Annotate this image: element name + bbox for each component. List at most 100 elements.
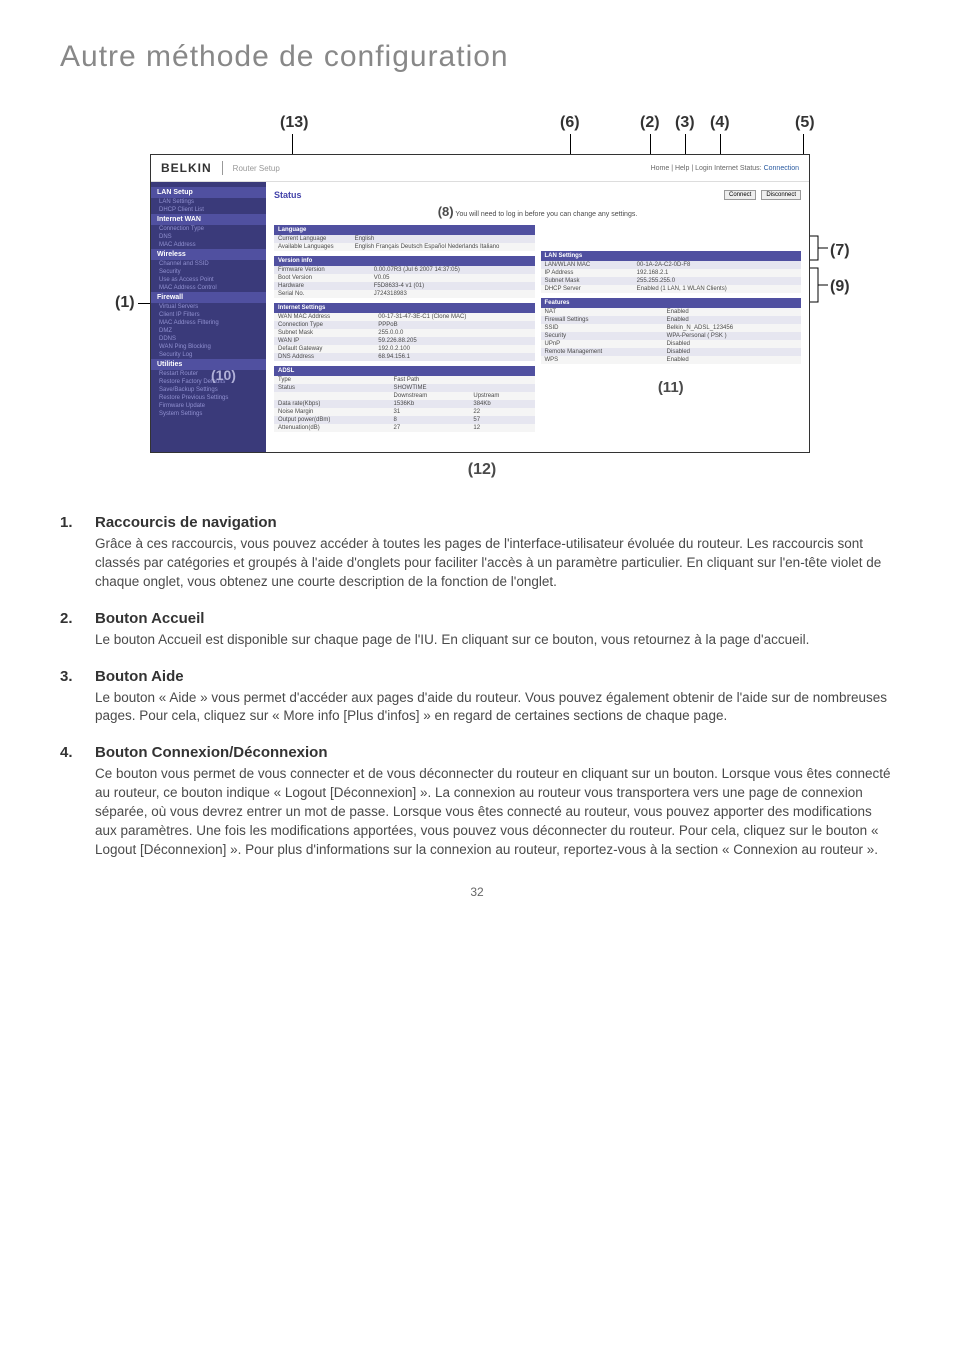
cell: Downstream	[390, 392, 470, 400]
sidebar-item[interactable]: Security	[151, 268, 266, 276]
sidebar-item[interactable]: WAN Ping Blocking	[151, 343, 266, 351]
cell: 384Kb	[469, 400, 534, 408]
cell: NAT	[541, 308, 663, 316]
callout-8: (8)	[438, 204, 454, 219]
sidebar-item[interactable]: MAC Address Control	[151, 284, 266, 292]
main-content: Status Connect Disconnect (8) You will n…	[266, 182, 809, 452]
bracket-icon	[810, 266, 830, 304]
cell: Fast Path	[390, 376, 535, 384]
section-1: 1. Raccourcis de navigation Grâce à ces …	[60, 514, 894, 592]
callout-4: (4)	[710, 114, 730, 132]
section-num: 3.	[60, 668, 95, 727]
info-col-left: Language Current LanguageEnglish Availab…	[274, 225, 535, 437]
table-header: ADSL	[274, 366, 535, 376]
section-title: Bouton Aide	[95, 668, 894, 685]
sidebar-item[interactable]: DNS	[151, 233, 266, 241]
sidebar-item[interactable]: DHCP Client List	[151, 206, 266, 214]
table-header: Internet Settings	[274, 303, 535, 313]
cell: Hardware	[274, 282, 370, 290]
cell: Firmware Version	[274, 266, 370, 274]
cell: 0.00.07R3 (Jul 6 2007 14:37:05)	[370, 266, 535, 274]
sidebar-header-firewall[interactable]: Firewall	[151, 292, 266, 303]
cell: 57	[469, 416, 534, 424]
sidebar-item[interactable]: Connection Type	[151, 225, 266, 233]
cell: Current Language	[274, 235, 351, 243]
table-header: Language	[274, 225, 535, 235]
cell: F5D8633-4 v1 (01)	[370, 282, 535, 290]
cell: Enabled	[663, 356, 801, 364]
cell: Enabled	[663, 316, 801, 324]
cell: SSID	[541, 324, 663, 332]
cell: Noise Margin	[274, 408, 390, 416]
cell: 8	[390, 416, 470, 424]
callout-7: (7)	[830, 242, 850, 260]
callout-6: (6)	[560, 114, 580, 132]
header-links[interactable]: Home | Help | Login Internet Status: Con…	[651, 165, 799, 172]
cell: WPA-Personal ( PSK )	[663, 332, 801, 340]
callout-line	[138, 303, 150, 304]
sidebar-header-lan[interactable]: LAN Setup	[151, 187, 266, 198]
sidebar-item[interactable]: Channel and SSID	[151, 260, 266, 268]
section-num: 4.	[60, 744, 95, 859]
sidebar-header-utilities[interactable]: Utilities	[151, 359, 266, 370]
sidebar-item[interactable]: Restart Router	[151, 370, 266, 378]
cell: Boot Version	[274, 274, 370, 282]
cell: Subnet Mask	[541, 277, 633, 285]
sidebar-item[interactable]: Firmware Update	[151, 402, 266, 410]
section-body: Raccourcis de navigation Grâce à ces rac…	[95, 514, 894, 592]
section-body: Bouton Accueil Le bouton Accueil est dis…	[95, 610, 894, 650]
cell: Data rate(Kbps)	[274, 400, 390, 408]
sidebar-item[interactable]: MAC Address	[151, 241, 266, 249]
router-setup-label: Router Setup	[233, 164, 280, 173]
sidebar-header-wireless[interactable]: Wireless	[151, 249, 266, 260]
router-screenshot: BELKIN Router Setup Home | Help | Login …	[150, 154, 810, 453]
page-title: Autre méthode de configuration	[60, 40, 894, 74]
section-body: Bouton Connexion/Déconnexion Ce bouton v…	[95, 744, 894, 859]
cell: Disabled	[663, 340, 801, 348]
cell: Status	[274, 384, 390, 392]
section-title: Raccourcis de navigation	[95, 514, 894, 531]
sidebar-header-wan[interactable]: Internet WAN	[151, 214, 266, 225]
section-num: 2.	[60, 610, 95, 650]
section-body: Bouton Aide Le bouton « Aide » vous perm…	[95, 668, 894, 727]
cell: Connection Type	[274, 321, 374, 329]
cell: Output power(dBm)	[274, 416, 390, 424]
section-title: Bouton Connexion/Déconnexion	[95, 744, 894, 761]
disconnect-button[interactable]: Disconnect	[761, 190, 801, 200]
cell: 59.226.88.205	[374, 337, 534, 345]
sidebar-item[interactable]: Virtual Servers	[151, 303, 266, 311]
sidebar-item[interactable]: System Settings	[151, 410, 266, 418]
router-body: LAN Setup LAN Settings DHCP Client List …	[151, 182, 809, 452]
callouts-top: (13) (6) (2) (3) (4) (5)	[150, 114, 894, 154]
cell: PPPoB	[374, 321, 534, 329]
sidebar-item[interactable]: Restore Factory Defaults	[151, 378, 266, 386]
cell: V0.05	[370, 274, 535, 282]
callout-2: (2)	[640, 114, 660, 132]
sidebar-item[interactable]: Client IP Filters	[151, 311, 266, 319]
cell: 1536Kb	[390, 400, 470, 408]
cell[interactable]: English Français Deutsch Español Nederla…	[351, 243, 535, 251]
section-text: Le bouton « Aide » vous permet d'accéder…	[95, 689, 894, 727]
cell: 68.94.156.1	[374, 353, 534, 361]
sidebar-item[interactable]: Security Log	[151, 351, 266, 359]
cell: 192.0.2.100	[374, 345, 534, 353]
internet-status-link[interactable]: Connection	[764, 165, 799, 172]
cell: 00-1A-2A-C2-0D-F8	[633, 261, 801, 269]
sidebar-item[interactable]: DMZ	[151, 327, 266, 335]
cell: DHCP Server	[541, 285, 633, 293]
sidebar-item[interactable]: Save/Backup Settings	[151, 386, 266, 394]
section-4: 4. Bouton Connexion/Déconnexion Ce bouto…	[60, 744, 894, 859]
router-header: BELKIN Router Setup Home | Help | Login …	[151, 155, 809, 182]
connect-button[interactable]: Connect	[724, 190, 756, 200]
sidebar-item[interactable]: MAC Address Filtering	[151, 319, 266, 327]
section-num: 1.	[60, 514, 95, 592]
callout-3: (3)	[675, 114, 695, 132]
sidebar-item[interactable]: Restore Previous Settings	[151, 394, 266, 402]
section-title: Bouton Accueil	[95, 610, 894, 627]
callout-12: (12)	[70, 461, 894, 479]
cell: J724318983	[370, 290, 535, 298]
sidebar-item[interactable]: Use as Access Point	[151, 276, 266, 284]
sidebar-item[interactable]: DDNS	[151, 335, 266, 343]
sidebar: LAN Setup LAN Settings DHCP Client List …	[151, 182, 266, 452]
sidebar-item[interactable]: LAN Settings	[151, 198, 266, 206]
